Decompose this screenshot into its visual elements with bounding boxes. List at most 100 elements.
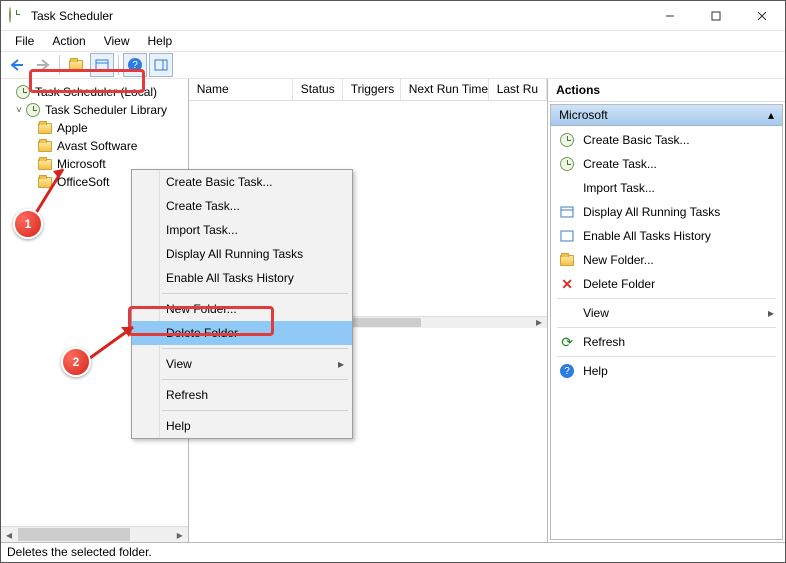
toolbar: ? [1, 51, 785, 79]
badge-label: 2 [73, 355, 80, 369]
menubar: File Action View Help [1, 31, 785, 51]
action-create-basic-task[interactable]: Create Basic Task... [551, 128, 782, 152]
collapse-icon[interactable]: ˅ [13, 105, 25, 116]
action-import-task[interactable]: Import Task... [551, 176, 782, 200]
clock-icon [15, 84, 31, 100]
back-button[interactable] [5, 53, 29, 77]
tree-item-label: Apple [57, 121, 88, 135]
action-delete-folder[interactable]: ✕Delete Folder [551, 272, 782, 296]
close-button[interactable] [739, 1, 785, 31]
tree-scrollbar[interactable]: ◂ ▸ [1, 526, 188, 542]
action-label: Display All Running Tasks [583, 205, 720, 219]
ctx-label: New Folder... [166, 302, 237, 316]
ctx-help[interactable]: Help [132, 414, 352, 438]
action-label: Enable All Tasks History [583, 229, 711, 243]
ctx-label: Delete Folder [166, 326, 238, 340]
badge-label: 1 [25, 217, 32, 231]
toolbar-pane-button[interactable] [149, 53, 173, 77]
clock-icon [25, 102, 41, 118]
menu-file[interactable]: File [7, 32, 42, 50]
actions-header[interactable]: Microsoft ▴ [551, 105, 782, 126]
ctx-separator [162, 293, 348, 294]
col-lastrun[interactable]: Last Ru [489, 79, 547, 100]
menu-action[interactable]: Action [44, 32, 93, 50]
action-view[interactable]: View [551, 301, 782, 325]
ctx-label: Import Task... [166, 223, 238, 237]
menu-help[interactable]: Help [140, 32, 181, 50]
scroll-right-icon[interactable]: ▸ [172, 527, 188, 542]
ctx-create-basic-task[interactable]: Create Basic Task... [132, 170, 352, 194]
titlebar: Task Scheduler [1, 1, 785, 31]
col-triggers[interactable]: Triggers [343, 79, 401, 100]
status-text: Deletes the selected folder. [7, 545, 152, 559]
folder-icon [559, 252, 575, 268]
col-nextrun[interactable]: Next Run Time [401, 79, 489, 100]
actions-separator [557, 356, 776, 357]
help-button[interactable]: ? [123, 53, 147, 77]
forward-button[interactable] [31, 53, 55, 77]
maximize-button[interactable] [693, 1, 739, 31]
ctx-delete-folder[interactable]: Delete Folder [132, 321, 352, 345]
up-button[interactable] [64, 53, 88, 77]
help-icon: ? [559, 363, 575, 379]
scroll-thumb[interactable] [18, 528, 130, 541]
window-title: Task Scheduler [31, 9, 647, 23]
annotation-badge-2: 2 [61, 347, 91, 377]
tree-item-apple[interactable]: Apple [3, 119, 186, 137]
col-name[interactable]: Name [189, 79, 293, 100]
tree-library[interactable]: ˅ Task Scheduler Library [3, 101, 186, 119]
folder-icon [37, 138, 53, 154]
ctx-refresh[interactable]: Refresh [132, 383, 352, 407]
ctx-new-folder[interactable]: New Folder... [132, 297, 352, 321]
scroll-left-icon[interactable]: ◂ [1, 527, 17, 542]
ctx-display-running[interactable]: Display All Running Tasks [132, 242, 352, 266]
ctx-label: Refresh [166, 388, 208, 402]
tree-library-label: Task Scheduler Library [45, 103, 167, 117]
ctx-separator [162, 379, 348, 380]
tree-item-label: Avast Software [57, 139, 137, 153]
folder-icon [37, 120, 53, 136]
actions-separator [557, 298, 776, 299]
ctx-label: Display All Running Tasks [166, 247, 303, 261]
action-enable-history[interactable]: Enable All Tasks History [551, 224, 782, 248]
menu-view[interactable]: View [96, 32, 138, 50]
minimize-button[interactable] [647, 1, 693, 31]
action-label: Refresh [583, 335, 625, 349]
tree-root[interactable]: Task Scheduler (Local) [3, 83, 186, 101]
action-refresh[interactable]: ⟳Refresh [551, 330, 782, 354]
ctx-label: View [166, 357, 192, 371]
col-status[interactable]: Status [293, 79, 343, 100]
action-create-task[interactable]: Create Task... [551, 152, 782, 176]
main: Task Scheduler (Local) ˅ Task Scheduler … [1, 79, 785, 542]
ctx-create-task[interactable]: Create Task... [132, 194, 352, 218]
ctx-enable-history[interactable]: Enable All Tasks History [132, 266, 352, 290]
action-help[interactable]: ? Help [551, 359, 782, 383]
ctx-import-task[interactable]: Import Task... [132, 218, 352, 242]
action-label: Import Task... [583, 181, 655, 195]
history-icon [559, 228, 575, 244]
action-display-running[interactable]: Display All Running Tasks [551, 200, 782, 224]
ctx-label: Help [166, 419, 191, 433]
ctx-separator [162, 348, 348, 349]
actions-header-label: Microsoft [559, 108, 608, 122]
actions-separator [557, 327, 776, 328]
actions-panel: Actions Microsoft ▴ Create Basic Task...… [548, 79, 785, 542]
scroll-right-icon[interactable]: ▸ [531, 317, 547, 328]
wizard-icon [559, 132, 575, 148]
blank-icon [559, 305, 575, 321]
ctx-view[interactable]: View [132, 352, 352, 376]
action-new-folder[interactable]: New Folder... [551, 248, 782, 272]
list-header: Name Status Triggers Next Run Time Last … [189, 79, 547, 101]
tree-item-avast[interactable]: Avast Software [3, 137, 186, 155]
delete-icon: ✕ [559, 276, 575, 292]
ctx-label: Create Basic Task... [166, 175, 273, 189]
collapse-icon[interactable]: ▴ [768, 108, 774, 122]
ctx-label: Create Task... [166, 199, 240, 213]
import-icon [559, 180, 575, 196]
action-label: Help [583, 364, 608, 378]
toolbar-view-button[interactable] [90, 53, 114, 77]
tree-root-label: Task Scheduler (Local) [35, 85, 157, 99]
ctx-separator [162, 410, 348, 411]
actions-title: Actions [548, 79, 785, 102]
action-label: Create Task... [583, 157, 657, 171]
